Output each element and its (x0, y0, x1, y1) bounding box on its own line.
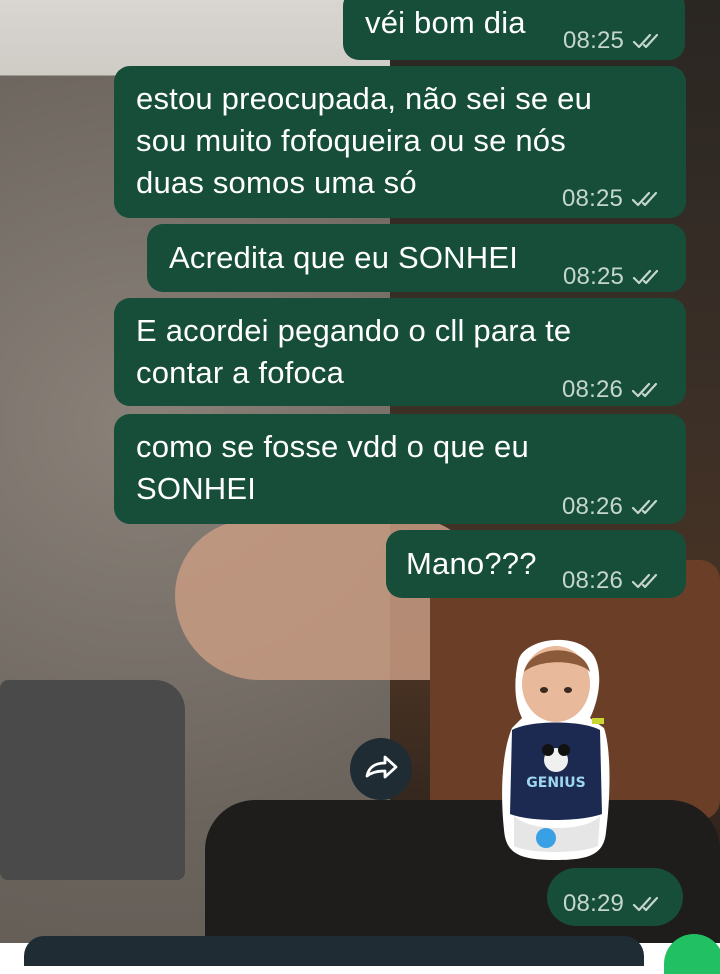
message-meta: 08:25 (563, 20, 660, 62)
forward-arrow-icon (363, 752, 399, 787)
double-check-icon (631, 190, 659, 208)
sticker-timestamp: 08:29 (547, 868, 683, 926)
message-meta: 08:26 (562, 369, 659, 411)
message-time: 08:25 (562, 185, 624, 212)
message-time: 08:26 (562, 376, 624, 403)
message-time: 08:26 (562, 493, 624, 520)
message-text: Acredita que eu SONHEI (169, 240, 519, 275)
message-text: Mano??? (406, 546, 537, 581)
message-time: 08:25 (563, 263, 625, 290)
message-bubble[interactable]: Mano??? 08:26 (386, 530, 686, 598)
message-time: 08:29 (563, 890, 625, 917)
message-meta: 08:26 (562, 560, 659, 602)
message-input-bar[interactable] (24, 936, 644, 966)
sticker-text: GENIUS (526, 775, 585, 791)
message-bubble[interactable]: como se fosse vdd o que eu SONHEI 08:26 (114, 414, 686, 524)
message-meta: 08:29 (563, 883, 660, 925)
baby-sticker[interactable]: GENIUS (500, 632, 612, 860)
message-meta: 08:26 (562, 486, 659, 528)
double-check-icon (631, 381, 659, 399)
message-text: estou preocupada, não sei se eu sou muit… (136, 81, 593, 200)
message-time: 08:26 (562, 567, 624, 594)
double-check-icon (632, 32, 660, 50)
wallpaper-chair (0, 680, 185, 880)
double-check-icon (631, 572, 659, 590)
double-check-icon (632, 895, 660, 913)
message-meta: 08:25 (562, 178, 659, 220)
message-text: véi bom dia (365, 5, 526, 40)
message-bubble[interactable]: véi bom dia 08:25 (343, 0, 685, 60)
message-time: 08:25 (563, 27, 625, 54)
message-bubble[interactable]: Acredita que eu SONHEI 08:25 (147, 224, 686, 292)
message-text: como se fosse vdd o que eu SONHEI (136, 429, 529, 506)
forward-button[interactable] (350, 738, 412, 800)
double-check-icon (631, 498, 659, 516)
message-bubble[interactable]: E acordei pegando o cll para te contar a… (114, 298, 686, 406)
message-bubble[interactable]: estou preocupada, não sei se eu sou muit… (114, 66, 686, 218)
message-meta: 08:25 (563, 256, 660, 298)
double-check-icon (632, 268, 660, 286)
message-text: E acordei pegando o cll para te contar a… (136, 313, 572, 390)
